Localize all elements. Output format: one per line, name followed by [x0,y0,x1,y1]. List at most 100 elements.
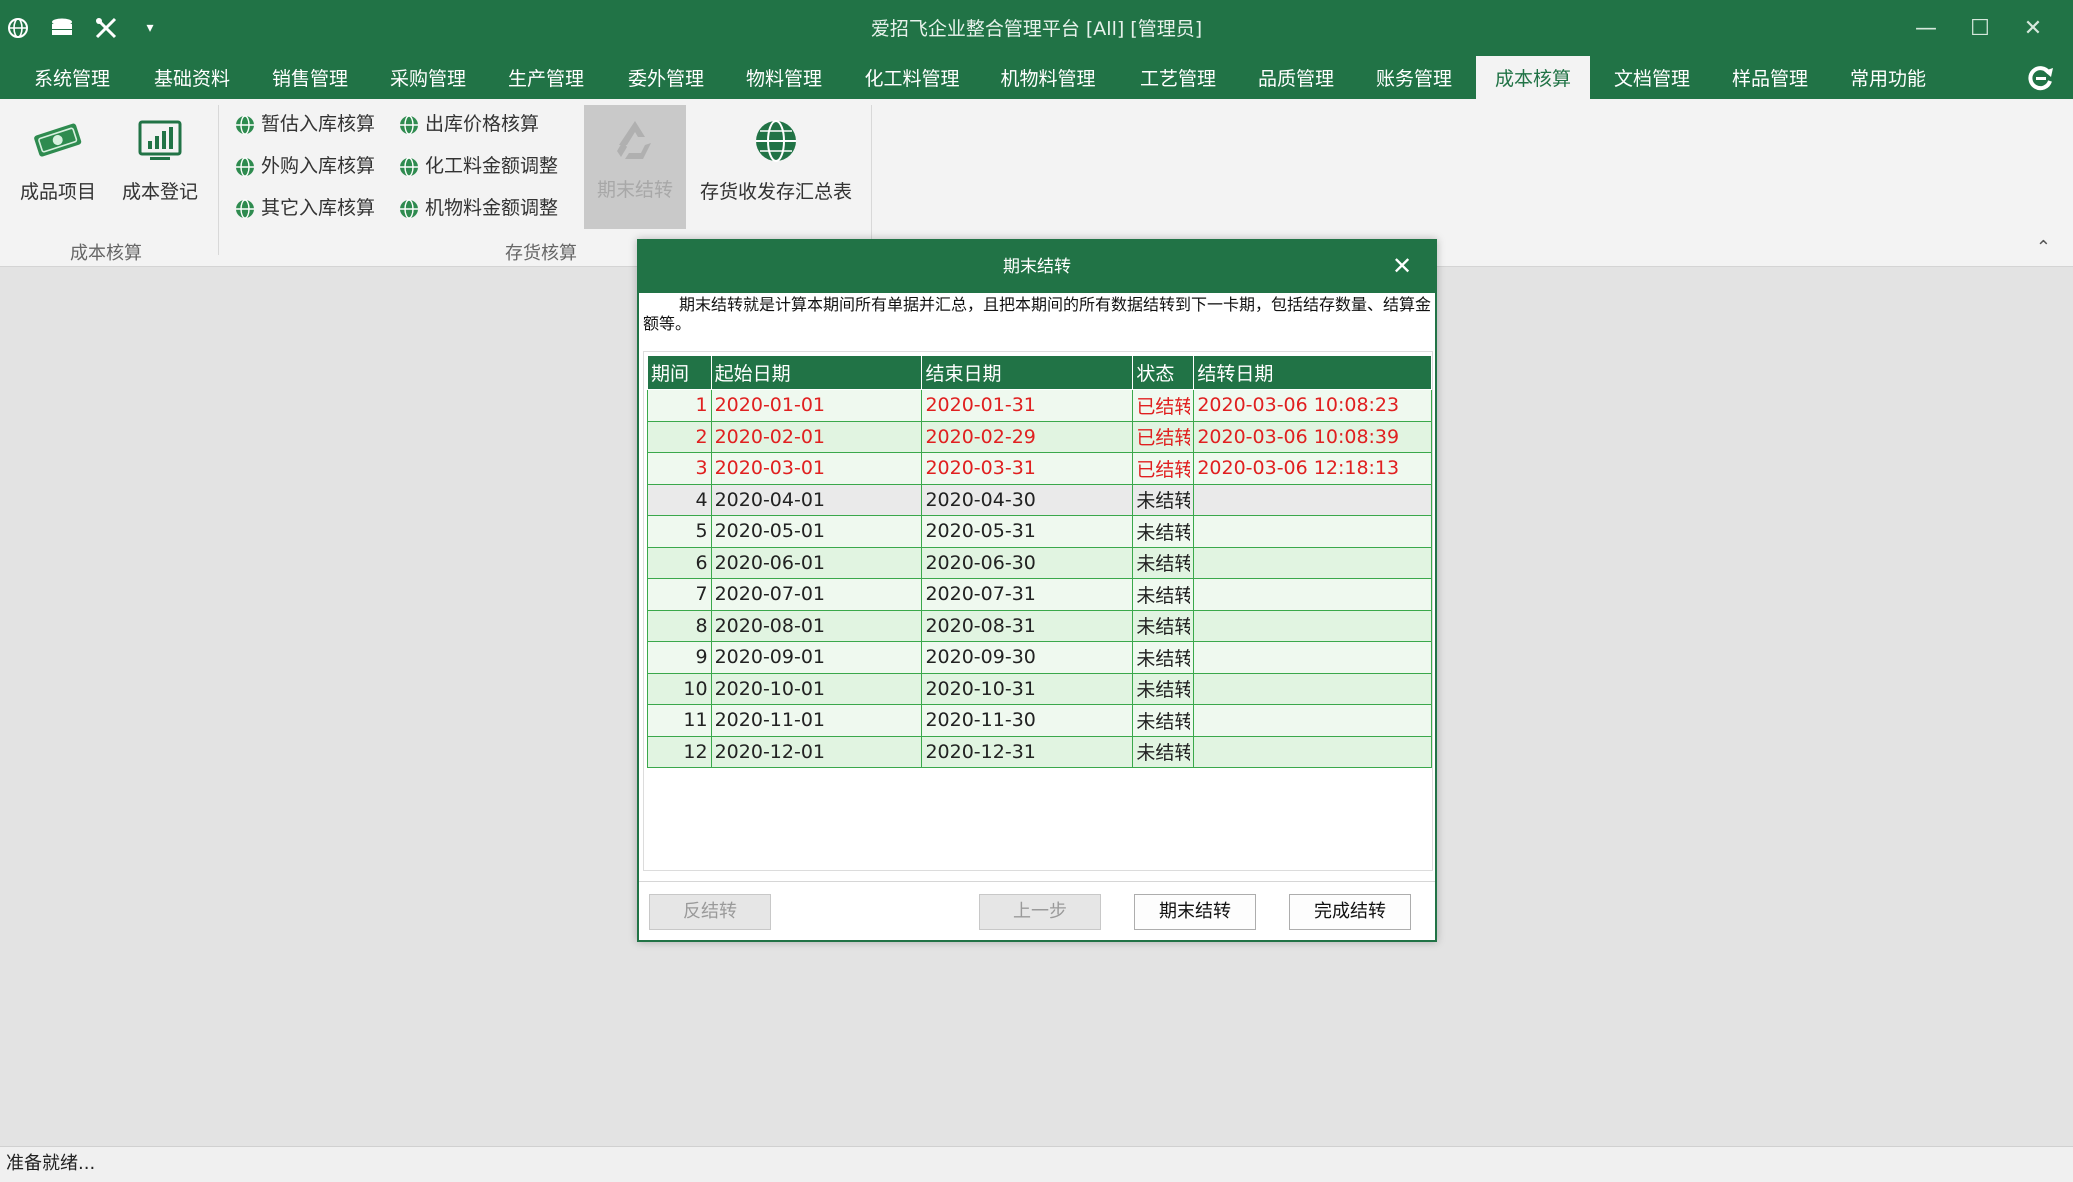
cell-end-date[interactable]: 2020-02-29 [921,420,1134,453]
cell-period[interactable]: 6 [647,546,712,579]
cell-closed-date[interactable]: 2020-03-06 10:08:23 [1193,389,1432,422]
tab-sales[interactable]: 销售管理 [256,56,364,99]
cell-period[interactable]: 2 [647,420,712,453]
finish-close-button[interactable]: 完成结转 [1289,894,1411,930]
close-window-button[interactable]: ✕ [2013,12,2053,44]
tab-common[interactable]: 常用功能 [1834,56,1942,99]
cell-end-date[interactable]: 2020-12-31 [921,735,1134,768]
cell-closed-date[interactable] [1193,672,1432,705]
tab-materials[interactable]: 物料管理 [730,56,838,99]
table-row[interactable]: 2 2020-02-01 2020-02-29 已结转 2020-03-06 10:08… [647,420,1432,453]
cell-status[interactable]: 未结转 [1132,578,1195,611]
column-header-status[interactable]: 状态 [1132,355,1195,390]
cell-start-date[interactable]: 2020-08-01 [710,609,923,642]
cell-start-date[interactable]: 2020-07-01 [710,578,923,611]
cell-end-date[interactable]: 2020-10-31 [921,672,1134,705]
cell-end-date[interactable]: 2020-03-31 [921,452,1134,485]
cell-closed-date[interactable] [1193,546,1432,579]
cell-period[interactable]: 9 [647,641,712,674]
tab-samples[interactable]: 样品管理 [1716,56,1824,99]
table-row[interactable]: 11 2020-11-01 2020-11-30 未结转 [647,704,1432,737]
tab-outsourcing[interactable]: 委外管理 [612,56,720,99]
cell-start-date[interactable]: 2020-04-01 [710,483,923,516]
cell-period[interactable]: 11 [647,704,712,737]
estimate-in-button[interactable]: 暂估入库核算 [234,109,375,139]
cell-status[interactable]: 未结转 [1132,735,1195,768]
table-row[interactable]: 9 2020-09-01 2020-09-30 未结转 [647,641,1432,674]
previous-step-button[interactable]: 上一步 [979,894,1101,930]
column-header-closed-date[interactable]: 结转日期 [1193,355,1432,390]
cell-status[interactable]: 未结转 [1132,515,1195,548]
cell-closed-date[interactable] [1193,515,1432,548]
cell-closed-date[interactable] [1193,641,1432,674]
cell-closed-date[interactable]: 2020-03-06 10:08:39 [1193,420,1432,453]
cell-closed-date[interactable] [1193,704,1432,737]
table-row[interactable]: 10 2020-10-01 2020-10-31 未结转 [647,672,1432,705]
table-row[interactable]: 8 2020-08-01 2020-08-31 未结转 [647,609,1432,642]
table-row[interactable]: 7 2020-07-01 2020-07-31 未结转 [647,578,1432,611]
cell-period[interactable]: 10 [647,672,712,705]
cell-end-date[interactable]: 2020-06-30 [921,546,1134,579]
table-row[interactable]: 6 2020-06-01 2020-06-30 未结转 [647,546,1432,579]
table-row[interactable]: 4 2020-04-01 2020-04-30 未结转 [647,483,1432,516]
cell-end-date[interactable]: 2020-05-31 [921,515,1134,548]
collapse-ribbon-icon[interactable]: ⌃ [2036,237,2051,258]
period-close-ribbon-button[interactable]: 期末结转 [584,105,686,229]
tab-accounting[interactable]: 账务管理 [1360,56,1468,99]
maximize-button[interactable]: ☐ [1960,12,2000,44]
cell-end-date[interactable]: 2020-01-31 [921,389,1134,422]
cell-start-date[interactable]: 2020-12-01 [710,735,923,768]
minimize-button[interactable]: — [1906,12,1946,44]
tab-purchase[interactable]: 采购管理 [374,56,482,99]
cell-closed-date[interactable] [1193,735,1432,768]
cell-start-date[interactable]: 2020-05-01 [710,515,923,548]
table-row[interactable]: 12 2020-12-01 2020-12-31 未结转 [647,735,1432,768]
cell-status[interactable]: 已结转 [1132,452,1195,485]
cell-end-date[interactable]: 2020-04-30 [921,483,1134,516]
cell-closed-date[interactable]: 2020-03-06 12:18:13 [1193,452,1432,485]
finished-items-button[interactable]: 成品项目 [12,113,104,204]
cell-status[interactable]: 已结转 [1132,420,1195,453]
table-row[interactable]: 5 2020-05-01 2020-05-31 未结转 [647,515,1432,548]
cell-period[interactable]: 1 [647,389,712,422]
cell-start-date[interactable]: 2020-11-01 [710,704,923,737]
cell-start-date[interactable]: 2020-01-01 [710,389,923,422]
tab-system[interactable]: 系统管理 [18,56,126,99]
cell-closed-date[interactable] [1193,483,1432,516]
reverse-close-button[interactable]: 反结转 [649,894,771,930]
column-header-start[interactable]: 起始日期 [710,355,923,390]
cell-status[interactable]: 未结转 [1132,546,1195,579]
cell-start-date[interactable]: 2020-02-01 [710,420,923,453]
cell-end-date[interactable]: 2020-08-31 [921,609,1134,642]
cell-start-date[interactable]: 2020-06-01 [710,546,923,579]
cell-closed-date[interactable] [1193,578,1432,611]
cell-status[interactable]: 已结转 [1132,389,1195,422]
cell-closed-date[interactable] [1193,609,1432,642]
cell-status[interactable]: 未结转 [1132,704,1195,737]
period-close-button[interactable]: 期末结转 [1134,894,1256,930]
cell-period[interactable]: 3 [647,452,712,485]
dialog-close-icon[interactable]: ✕ [1387,251,1417,281]
tab-chemicals[interactable]: 化工料管理 [850,56,974,99]
cell-end-date[interactable]: 2020-11-30 [921,704,1134,737]
cell-period[interactable]: 8 [647,609,712,642]
column-header-end[interactable]: 结束日期 [921,355,1134,390]
cell-period[interactable]: 5 [647,515,712,548]
mech-adjust-button[interactable]: 机物料金额调整 [398,193,558,223]
tab-cost-accounting[interactable]: 成本核算 [1476,56,1590,99]
tab-production[interactable]: 生产管理 [492,56,600,99]
other-in-button[interactable]: 其它入库核算 [234,193,375,223]
cell-period[interactable]: 7 [647,578,712,611]
tab-quality[interactable]: 品质管理 [1242,56,1350,99]
tab-basic-data[interactable]: 基础资料 [138,56,246,99]
chem-adjust-button[interactable]: 化工料金额调整 [398,151,558,181]
cell-start-date[interactable]: 2020-03-01 [710,452,923,485]
out-price-button[interactable]: 出库价格核算 [398,109,539,139]
refresh-icon[interactable] [2027,64,2055,92]
cell-end-date[interactable]: 2020-09-30 [921,641,1134,674]
cell-status[interactable]: 未结转 [1132,483,1195,516]
cell-period[interactable]: 12 [647,735,712,768]
cell-start-date[interactable]: 2020-10-01 [710,672,923,705]
cell-status[interactable]: 未结转 [1132,609,1195,642]
cost-register-button[interactable]: 成本登记 [114,113,206,204]
